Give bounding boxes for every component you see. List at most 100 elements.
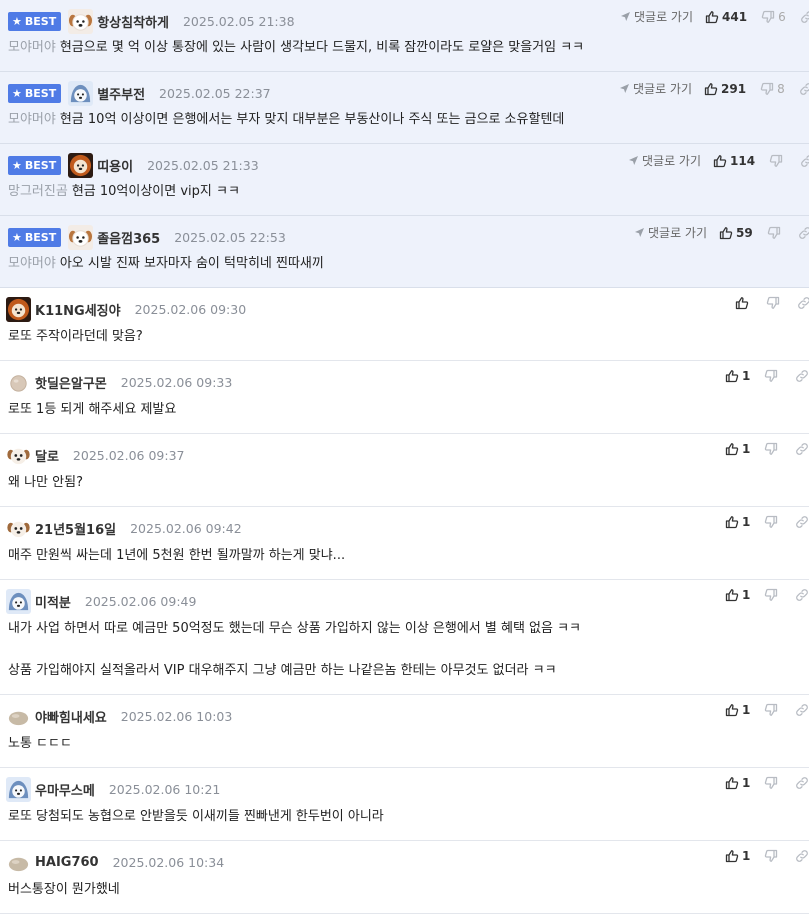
upvote-count: 1 (742, 849, 751, 863)
downvote-button[interactable] (766, 296, 783, 310)
avatar[interactable] (6, 776, 31, 802)
nickname[interactable]: 졸음껌365 (97, 228, 160, 247)
comment-header: 우마무스메 2025.02.06 10:21 (6, 776, 220, 802)
goto-comment-link[interactable]: 댓글로 가기 (619, 80, 692, 97)
comment-link-button[interactable] (800, 10, 809, 24)
goto-comment-link[interactable]: 댓글로 가기 (634, 224, 707, 241)
comment-link-button[interactable] (795, 588, 809, 602)
nickname[interactable]: 21년5월16일 (35, 519, 116, 538)
nickname[interactable]: 야빠힘내세요 (35, 707, 107, 726)
comment-link-button[interactable] (797, 296, 809, 310)
reply-target[interactable]: 망그러진곰 (8, 184, 68, 199)
best-badge-label: BEST (24, 158, 57, 172)
thumbs-up-icon (725, 703, 739, 717)
upvote-button[interactable]: 1 (725, 369, 750, 383)
comment-link-button[interactable] (799, 82, 809, 96)
upvote-button[interactable]: 59 (719, 226, 753, 240)
nickname[interactable]: 별주부전 (97, 84, 145, 103)
avatar[interactable] (68, 80, 94, 106)
downvote-button[interactable] (767, 226, 784, 240)
thumbs-up-icon (713, 154, 727, 168)
comment-date: 2025.02.05 21:38 (182, 13, 295, 29)
upvote-button[interactable]: 441 (705, 10, 747, 24)
comment-link-button[interactable] (795, 703, 809, 717)
downvote-button[interactable] (764, 515, 781, 529)
reply-target[interactable]: 모야머야 (8, 256, 56, 271)
nickname[interactable]: 미적분 (35, 592, 71, 611)
comment: HAIG760 2025.02.06 10:34 버스통장이 뭔가했네 1 (0, 841, 809, 914)
link-icon (795, 776, 809, 790)
comment: K11NG세징야 2025.02.06 09:30 로또 주작이라던데 맞음? (0, 288, 809, 361)
nickname[interactable]: 우마무스메 (35, 780, 95, 799)
best-badge-label: BEST (24, 230, 57, 244)
downvote-button[interactable] (764, 849, 781, 863)
comment-link-button[interactable] (795, 776, 809, 790)
comment-link-button[interactable] (795, 442, 809, 456)
comment-link-button[interactable] (800, 154, 809, 168)
avatar[interactable] (6, 296, 31, 322)
upvote-button[interactable]: 1 (725, 703, 750, 717)
goto-comment-link[interactable]: 댓글로 가기 (628, 152, 701, 169)
thumbs-down-icon (761, 10, 775, 24)
comment-date: 2025.02.06 09:33 (120, 374, 233, 390)
downvote-button[interactable] (764, 442, 781, 456)
downvote-button[interactable] (764, 703, 781, 717)
upvote-button[interactable]: 1 (725, 849, 750, 863)
comment-text: 노통 ㄷㄷㄷ (8, 736, 72, 751)
avatar[interactable] (68, 224, 94, 250)
downvote-button[interactable] (764, 369, 781, 383)
nickname[interactable]: 항상침착하게 (97, 12, 169, 31)
best-badge: ★ BEST (8, 83, 62, 103)
upvote-button[interactable]: 1 (725, 588, 750, 602)
comment-text: 매주 만원씩 싸는데 1년에 5천원 한번 될까말까 하는게 맞냐... (8, 548, 346, 563)
avatar[interactable] (6, 516, 31, 541)
comment-link-button[interactable] (798, 226, 809, 240)
nickname[interactable]: 핫딜은알구몬 (35, 373, 107, 392)
comment-actions: 댓글로 가기 291 8 (619, 80, 809, 97)
goto-comment-label: 댓글로 가기 (642, 154, 702, 168)
link-icon (795, 515, 809, 529)
avatar[interactable] (6, 370, 31, 395)
comment: 야빠힘내세요 2025.02.06 10:03 노통 ㄷㄷㄷ 1 (0, 695, 809, 768)
avatar[interactable] (6, 588, 31, 614)
avatar[interactable] (6, 850, 31, 875)
nickname[interactable]: 띠용이 (97, 156, 133, 175)
downvote-button[interactable] (764, 588, 781, 602)
avatar[interactable] (68, 152, 94, 178)
nickname[interactable]: K11NG세징야 (35, 300, 121, 319)
comment-actions: 1 (725, 703, 809, 717)
thumbs-down-icon (764, 703, 778, 717)
goto-comment-label: 댓글로 가기 (633, 82, 693, 96)
avatar[interactable] (68, 8, 94, 34)
star-icon: ★ (12, 86, 22, 100)
reply-target[interactable]: 모야머야 (8, 112, 56, 127)
nickname[interactable]: HAIG760 (35, 855, 99, 870)
downvote-button[interactable] (769, 154, 786, 168)
comment-link-button[interactable] (795, 515, 809, 529)
goto-comment-link[interactable]: 댓글로 가기 (620, 8, 693, 25)
upvote-count: 1 (742, 442, 751, 456)
avatar[interactable] (6, 704, 31, 729)
comment-date: 2025.02.06 10:21 (108, 781, 221, 797)
downvote-button[interactable]: 6 (761, 10, 786, 24)
upvote-button[interactable]: 1 (725, 515, 750, 529)
thumbs-up-icon (705, 10, 719, 24)
comment-actions: 1 (725, 369, 809, 383)
comment-actions: 1 (725, 588, 809, 602)
downvote-button[interactable] (764, 776, 781, 790)
nickname[interactable]: 달로 (35, 446, 59, 465)
upvote-button[interactable]: 1 (725, 442, 750, 456)
upvote-button[interactable]: 114 (713, 154, 755, 168)
downvote-button[interactable]: 8 (760, 82, 785, 96)
comment-text: 내가 사업 하면서 따로 예금만 50억정도 했는데 무슨 상품 가입하지 않는… (8, 621, 582, 636)
upvote-button[interactable] (735, 296, 752, 310)
star-icon: ★ (12, 230, 22, 244)
comment-link-button[interactable] (795, 369, 809, 383)
reply-target[interactable]: 모야머야 (8, 40, 56, 55)
link-icon (800, 154, 809, 168)
thumbs-up-icon (719, 226, 733, 240)
avatar[interactable] (6, 443, 31, 468)
upvote-button[interactable]: 291 (704, 82, 746, 96)
comment-link-button[interactable] (795, 849, 809, 863)
upvote-button[interactable]: 1 (725, 776, 750, 790)
